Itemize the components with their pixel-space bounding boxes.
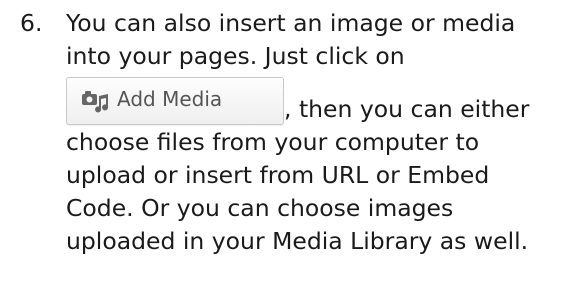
add-media-label: Add Media — [117, 87, 223, 111]
step-text-line-2: into your pages. Just click on — [66, 42, 405, 70]
step-text-line-4: choose files from your computer to — [66, 128, 480, 156]
add-media-button[interactable]: Add Media — [66, 77, 284, 125]
step-text-line-7: uploaded in your Media Library as well. — [66, 227, 529, 255]
instruction-step: 6. You can also insert an image or media… — [0, 0, 572, 300]
media-icon — [81, 89, 111, 115]
step-text-line-3: , then you can either — [284, 95, 530, 123]
step-number: 6. — [20, 9, 43, 37]
add-media-row: Add Media , then you can either — [66, 77, 566, 127]
step-text-line-6: Code. Or you can choose images — [66, 194, 454, 222]
step-text-line-5: upload or insert from URL or Embed — [66, 161, 490, 189]
step-text-line-1: You can also insert an image or media — [66, 9, 516, 37]
